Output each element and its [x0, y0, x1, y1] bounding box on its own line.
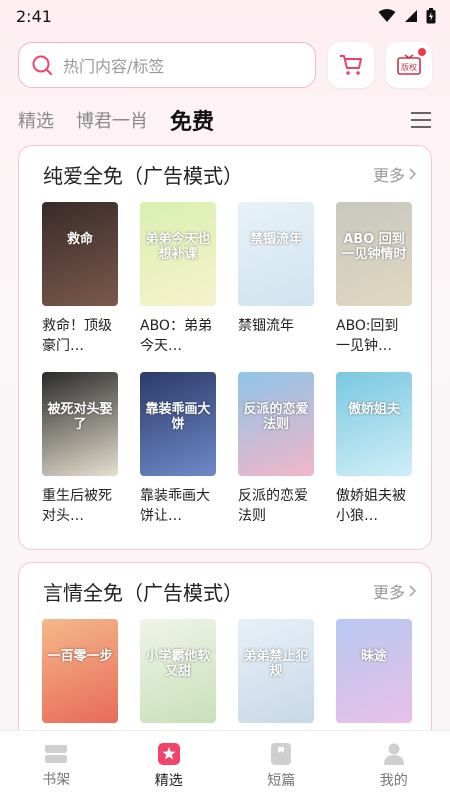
book-item[interactable]: 救命救命！顶级豪门…: [42, 202, 118, 356]
book-cover-text: 禁锢流年: [249, 232, 302, 247]
section-header: 言情全免（广告模式） 更多: [19, 563, 431, 619]
search-row: 热门内容/标签 版权: [18, 42, 432, 88]
menu-icon[interactable]: [410, 111, 432, 129]
book-cover-text: 傲娇姐夫: [347, 402, 400, 417]
search-input[interactable]: 热门内容/标签: [18, 42, 316, 88]
book-title[interactable]: 重生后被死对头…: [42, 486, 118, 526]
book-title[interactable]: 靠装乖画大饼让…: [140, 486, 216, 526]
nav-featured[interactable]: 精选: [129, 742, 209, 790]
book-cover[interactable]: 傲娇姐夫: [336, 372, 412, 476]
nav-label: 精选: [154, 772, 183, 789]
tab-bojunyixiao[interactable]: 博君一肖: [76, 107, 148, 133]
book-cover[interactable]: 一百零一步: [42, 619, 118, 723]
nav-short-stories[interactable]: 短篇: [241, 742, 321, 790]
book-item[interactable]: 禁锢流年 禁锢流年: [238, 202, 314, 356]
status-icons: [378, 8, 436, 24]
user-icon: [383, 743, 404, 765]
more-link[interactable]: 更多: [373, 162, 417, 186]
nav-profile[interactable]: 我的: [354, 742, 434, 790]
signal-icon: [405, 10, 417, 22]
book-grid: 救命 救命！顶级豪门… 弟弟今天也想补课 ABO：弟弟今天… 禁锢流年 禁锢流年 ABO 回…: [19, 202, 431, 526]
book-grid: 一百零一步 小学霸他软又甜 弟弟禁止犯规 昧途: [19, 619, 431, 723]
status-time: 2:41: [16, 6, 52, 26]
category-tabs: 精选 博君一肖 免费: [18, 100, 432, 140]
book-cover[interactable]: 禁锢流年: [238, 202, 314, 306]
book-cover[interactable]: 弟弟今天也想补课: [140, 202, 216, 306]
cart-button[interactable]: [328, 42, 374, 88]
book-item[interactable]: 弟弟今天也想补课 ABO：弟弟今天…: [140, 202, 216, 356]
book-title[interactable]: 反派的恋爱法则: [238, 486, 314, 526]
nav-label: 短篇: [267, 772, 296, 789]
book-cover-text: 昧途: [360, 649, 387, 664]
copyright-button[interactable]: 版权: [386, 42, 432, 88]
book-cover-text: 反派的恋爱法则: [243, 402, 309, 432]
book-cover-text: 被死对头娶了: [47, 402, 113, 432]
section-header: 纯爱全免（广告模式） 更多: [19, 146, 431, 202]
book-title[interactable]: ABO：弟弟今天…: [140, 316, 216, 356]
book-item[interactable]: 反派的恋爱法则 反派的恋爱法则: [238, 372, 314, 526]
book-title[interactable]: 傲娇姐夫被小狼…: [336, 486, 412, 526]
book-cover-text: 弟弟禁止犯规: [243, 649, 309, 679]
section-danmei-free: 纯爱全免（广告模式） 更多 救命救命！顶级豪门… 弟弟今天也想补课 ABO：弟弟今天…: [18, 145, 432, 550]
book-cover-text: 弟弟今天也想补课: [145, 232, 211, 262]
book-cover-text: 靠装乖画大饼: [145, 402, 211, 432]
short-story-icon: [271, 742, 292, 765]
nav-label: 书架: [42, 771, 71, 788]
bookshelf-icon: [45, 744, 68, 763]
search-icon: [32, 55, 52, 75]
more-label: 更多: [372, 166, 405, 185]
cart-icon: [340, 55, 362, 75]
book-item[interactable]: 小学霸他软又甜: [140, 619, 216, 723]
status-bar: 2:41: [0, 0, 450, 32]
book-item[interactable]: 昧途: [336, 619, 412, 723]
book-item[interactable]: 弟弟禁止犯规: [238, 619, 314, 723]
more-link[interactable]: 更多: [373, 579, 417, 603]
book-title[interactable]: 禁锢流年: [238, 316, 314, 356]
book-cover[interactable]: 被死对头娶了: [42, 372, 118, 476]
book-item[interactable]: ABO 回到一见钟情时 ABO:回到一见钟…: [336, 202, 412, 356]
more-label: 更多: [372, 583, 405, 602]
book-cover-text: ABO 回到一见钟情时: [341, 232, 407, 262]
wifi-icon: [378, 9, 396, 22]
tab-featured[interactable]: 精选: [18, 107, 54, 133]
book-item[interactable]: 一百零一步: [42, 619, 118, 723]
book-cover[interactable]: 救命: [42, 202, 118, 306]
book-cover[interactable]: 反派的恋爱法则: [238, 372, 314, 476]
book-cover-text: 一百零一步: [47, 649, 113, 664]
book-cover-text: 小学霸他软又甜: [145, 649, 211, 679]
star-book-icon: [157, 742, 180, 765]
book-title[interactable]: 救命！顶级豪门…: [42, 316, 118, 356]
book-item[interactable]: 傲娇姐夫傲娇姐夫被小狼…: [336, 372, 412, 526]
book-item[interactable]: 被死对头娶了重生后被死对头…: [42, 372, 118, 526]
tab-free[interactable]: 免费: [170, 104, 214, 136]
notification-dot: [418, 48, 426, 56]
book-cover[interactable]: ABO 回到一见钟情时: [336, 202, 412, 306]
book-cover[interactable]: 弟弟禁止犯规: [238, 619, 314, 723]
book-cover-text: 救命: [66, 232, 93, 247]
battery-icon: [426, 8, 436, 24]
nav-bookshelf[interactable]: 书架: [16, 743, 96, 789]
book-cover[interactable]: 昧途: [336, 619, 412, 723]
bottom-nav: 书架 精选 短篇 我的: [0, 730, 450, 800]
chevron-right-icon: [409, 168, 417, 180]
section-title: 纯爱全免（广告模式）: [43, 163, 243, 188]
section-title: 言情全免（广告模式）: [43, 580, 243, 605]
search-placeholder: 热门内容/标签: [63, 57, 165, 76]
book-title[interactable]: ABO:回到一见钟…: [336, 316, 412, 356]
book-cover[interactable]: 小学霸他软又甜: [140, 619, 216, 723]
book-item[interactable]: 靠装乖画大饼靠装乖画大饼让…: [140, 372, 216, 526]
chevron-right-icon: [409, 585, 417, 597]
nav-label: 我的: [379, 772, 408, 789]
book-cover[interactable]: 靠装乖画大饼: [140, 372, 216, 476]
copyright-badge-icon: 版权: [397, 54, 421, 75]
copyright-badge-label: 版权: [401, 62, 417, 72]
